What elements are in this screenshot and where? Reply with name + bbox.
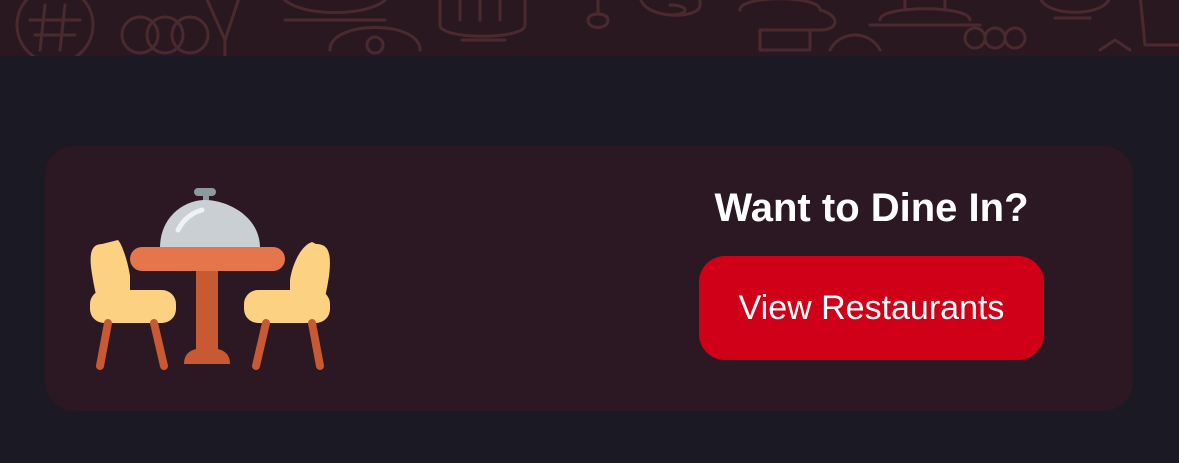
dine-in-cta: Want to Dine In? View Restaurants (699, 183, 1044, 360)
dining-table-with-cloche-icon (90, 186, 340, 376)
food-pattern-banner (0, 0, 1179, 56)
food-doodle-pattern-icon (15, 0, 1179, 56)
view-restaurants-button[interactable]: View Restaurants (699, 256, 1044, 360)
dine-in-promo-card: Want to Dine In? View Restaurants (45, 146, 1133, 411)
promo-title: Want to Dine In? (714, 186, 1029, 230)
